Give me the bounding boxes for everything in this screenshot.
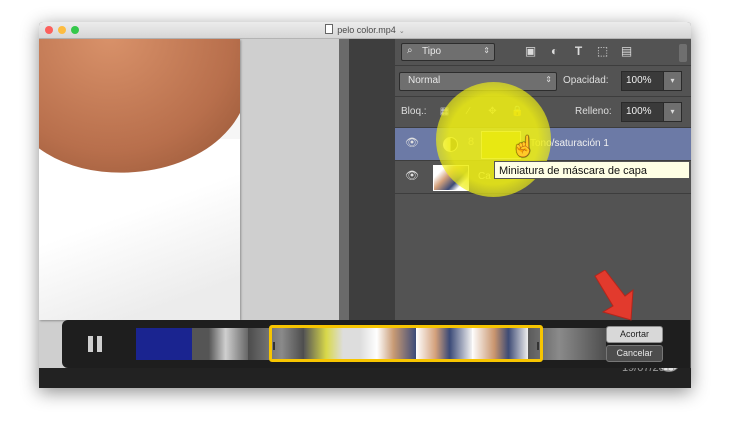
cancel-button[interactable]: Cancelar — [606, 345, 663, 362]
stepper-arrows-icon: ⇕ — [545, 75, 552, 84]
trim-controls-bar: Acortar Cancelar — [62, 320, 690, 368]
document-icon — [325, 24, 334, 34]
hand-pointer-cursor-icon: ☝ — [511, 136, 536, 158]
pause-icon[interactable] — [88, 336, 104, 352]
film-frame — [136, 328, 192, 360]
eye-visibility-icon[interactable]: 👁 — [405, 138, 419, 149]
taskbar-strip: 19/07/2017 — [39, 348, 691, 388]
layers-filter-row: ⌕ Tipo ⇕ ▣ ◐ T ⬚ ▤ — [395, 39, 691, 66]
canvas-image — [39, 39, 240, 320]
trim-button[interactable]: Acortar — [606, 326, 663, 343]
filter-kind-select[interactable]: ⌕ Tipo ⇕ — [401, 43, 495, 61]
adjustment-filter-icon[interactable]: ◐ — [548, 45, 561, 58]
blend-opacity-row: Normal ⇕ Opacidad: 100% ▾ — [395, 66, 691, 97]
opacity-dropdown-icon[interactable]: ▾ — [663, 71, 682, 91]
red-arrow-annotation-icon — [594, 270, 634, 321]
trim-start-handle[interactable] — [273, 342, 275, 350]
type-filter-icon[interactable]: T — [572, 45, 585, 58]
stepper-arrows-icon: ⇕ — [483, 46, 490, 55]
title-bar: pelo color.mp4 ⌄ — [39, 22, 691, 39]
shape-filter-icon[interactable]: ⬚ — [596, 45, 609, 58]
smart-object-filter-icon[interactable]: ▤ — [620, 45, 633, 58]
tooltip: Miniatura de máscara de capa — [494, 161, 690, 179]
fill-input[interactable]: 100% — [621, 102, 665, 122]
trim-selection-handles[interactable] — [269, 325, 543, 362]
fill-dropdown-icon[interactable]: ▾ — [663, 102, 682, 122]
panel-scrollbar[interactable] — [679, 44, 687, 62]
eye-visibility-icon[interactable]: 👁 — [405, 171, 419, 182]
search-icon: ⌕ — [407, 45, 413, 56]
window-title: pelo color.mp4 ⌄ — [39, 24, 691, 35]
trim-end-handle[interactable] — [537, 342, 539, 350]
chevron-down-icon[interactable]: ⌄ — [399, 28, 405, 35]
film-frame — [192, 328, 248, 360]
pixel-filter-icon[interactable]: ▣ — [524, 45, 537, 58]
opacity-input[interactable]: 100% — [621, 71, 665, 91]
